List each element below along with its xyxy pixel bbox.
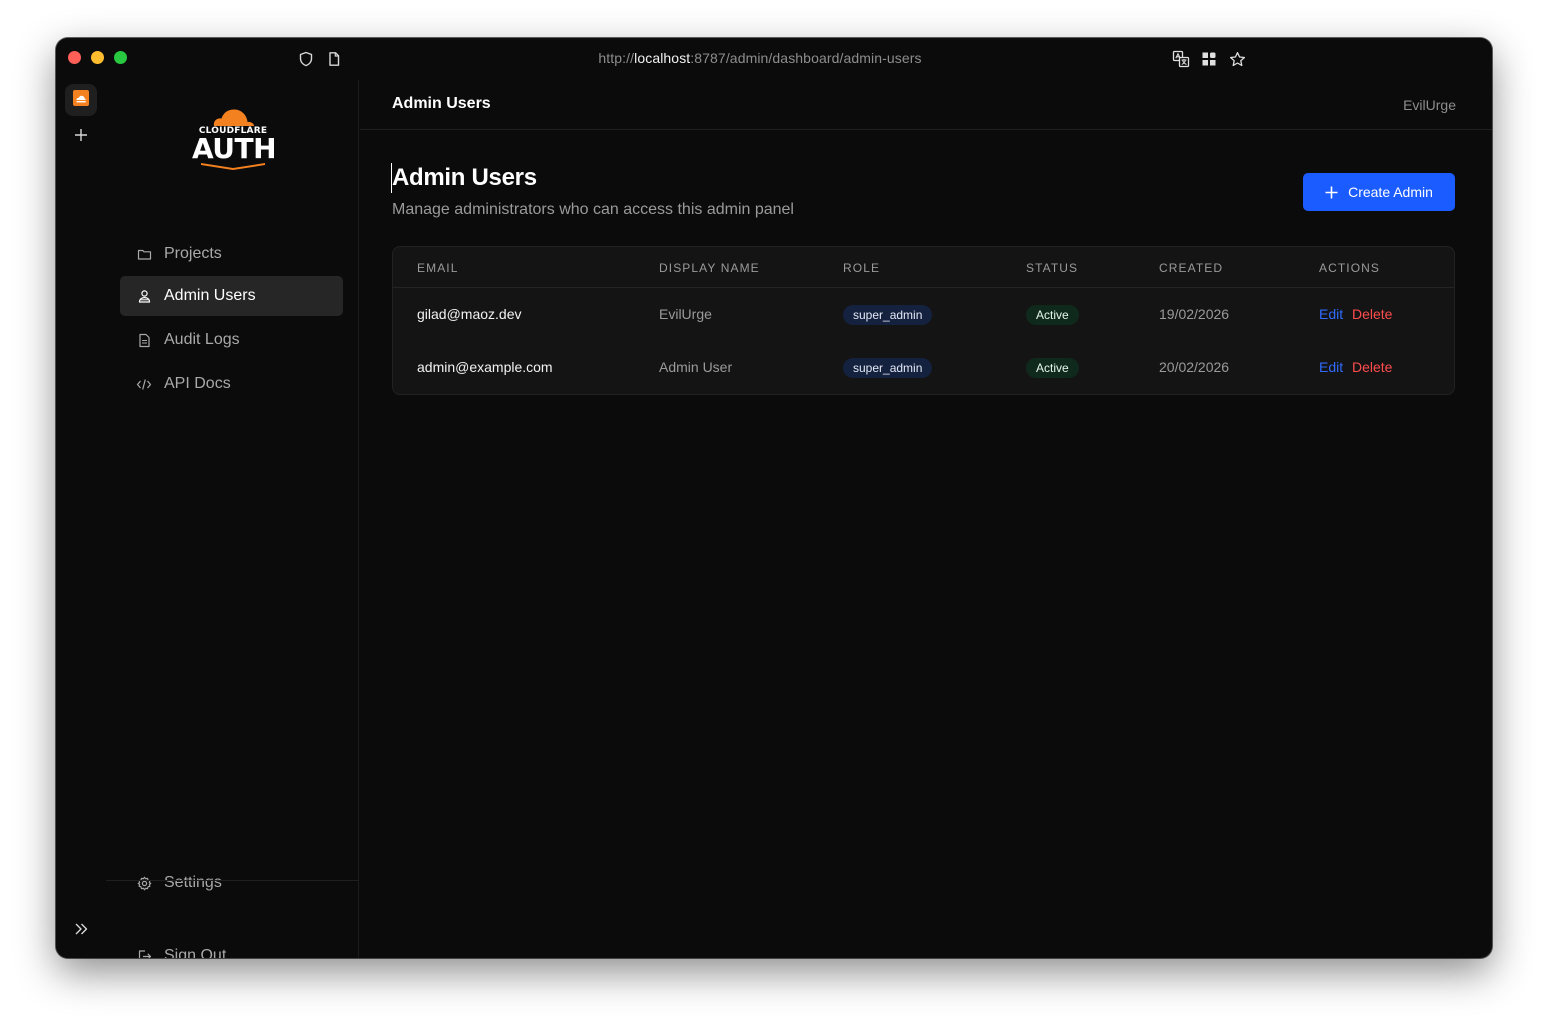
column-header-role: ROLE (843, 261, 881, 275)
sign-out-icon (136, 948, 152, 958)
expand-sidebar-button[interactable] (70, 920, 92, 942)
browser-window: http://localhost:8787/admin/dashboard/ad… (56, 38, 1492, 958)
plus-icon (1325, 186, 1338, 199)
table-row: gilad@maoz.dev EvilUrge super_admin Acti… (393, 288, 1454, 341)
favicon-icon (73, 89, 89, 111)
create-admin-label: Create Admin (1348, 184, 1433, 200)
admin-users-table: EMAIL DISPLAY NAME ROLE STATUS CREATED A… (392, 246, 1455, 395)
sidebar-item-label: API Docs (164, 375, 231, 392)
code-icon (136, 376, 152, 392)
role-badge: super_admin (843, 358, 933, 378)
bookmark-star-icon[interactable] (1227, 49, 1247, 69)
column-header-created: CREATED (1159, 261, 1224, 275)
cell-created: 19/02/2026 (1159, 306, 1230, 322)
url-host: localhost (634, 50, 691, 66)
cell-email: admin@example.com (417, 359, 553, 375)
sidebar-item-audit-logs[interactable]: Audit Logs (120, 320, 343, 360)
current-user-name[interactable]: EvilUrge (1403, 97, 1456, 113)
cloudflare-auth-logo[interactable]: CLOUDFLARE AUTH (192, 104, 277, 170)
double-chevron-right-icon (73, 921, 89, 942)
translate-icon[interactable] (1171, 49, 1191, 69)
cell-email: gilad@maoz.dev (417, 306, 522, 322)
table-row: admin@example.com Admin User super_admin… (393, 341, 1454, 394)
sidebar-item-label: Admin Users (164, 287, 256, 304)
sign-out-button[interactable]: Sign Out (120, 936, 343, 958)
tab-current[interactable] (65, 84, 97, 116)
folder-icon (136, 246, 152, 262)
column-header-status: STATUS (1026, 261, 1079, 275)
users-icon (136, 288, 152, 304)
sidebar: CLOUDFLARE AUTH Projects Admin Users Aud… (106, 80, 359, 958)
sidebar-item-admin-users[interactable]: Admin Users (120, 276, 343, 316)
page-title: Admin Users (391, 163, 537, 193)
logo-main-word: AUTH (192, 132, 277, 165)
gear-icon (136, 875, 152, 891)
page-icon[interactable] (324, 49, 344, 69)
column-header-actions: ACTIONS (1319, 261, 1381, 275)
url-path: :8787/admin/dashboard/admin-users (690, 50, 922, 66)
address-bar[interactable]: http://localhost:8787/admin/dashboard/ad… (476, 50, 1044, 66)
role-badge: super_admin (843, 305, 933, 325)
cell-display-name: Admin User (659, 359, 733, 375)
edit-button[interactable]: Edit (1319, 306, 1343, 322)
sidebar-item-label: Projects (164, 245, 222, 262)
url-prefix: http:// (598, 50, 635, 66)
status-badge: Active (1026, 358, 1079, 378)
header-title: Admin Users (392, 95, 491, 112)
top-header: Admin Users EvilUrge (360, 80, 1492, 130)
sidebar-item-projects[interactable]: Projects (120, 234, 343, 274)
status-badge: Active (1026, 305, 1079, 325)
apps-grid-icon[interactable] (1199, 49, 1219, 69)
table-header: EMAIL DISPLAY NAME ROLE STATUS CREATED A… (393, 247, 1454, 288)
sidebar-item-settings[interactable]: Settings (120, 863, 343, 903)
cell-display-name: EvilUrge (659, 306, 712, 322)
new-tab-button[interactable] (70, 124, 92, 146)
close-window-button[interactable] (68, 51, 81, 64)
create-admin-button[interactable]: Create Admin (1303, 173, 1455, 211)
delete-button[interactable]: Delete (1352, 359, 1392, 375)
document-icon (136, 332, 152, 348)
sidebar-item-label: Sign Out (164, 947, 227, 958)
titlebar: http://localhost:8787/admin/dashboard/ad… (56, 38, 1492, 80)
shield-icon[interactable] (296, 49, 316, 69)
minimize-window-button[interactable] (91, 51, 104, 64)
tab-strip (56, 80, 106, 958)
zoom-window-button[interactable] (114, 51, 127, 64)
page-subtitle: Manage administrators who can access thi… (392, 201, 794, 218)
sidebar-item-api-docs[interactable]: API Docs (120, 364, 343, 404)
cell-created: 20/02/2026 (1159, 359, 1230, 375)
sidebar-item-label: Settings (164, 874, 222, 891)
sidebar-divider (106, 880, 359, 881)
edit-button[interactable]: Edit (1319, 359, 1343, 375)
column-header-email: EMAIL (417, 261, 459, 275)
column-header-display-name: DISPLAY NAME (659, 261, 760, 275)
delete-button[interactable]: Delete (1352, 306, 1392, 322)
sidebar-item-label: Audit Logs (164, 331, 240, 348)
